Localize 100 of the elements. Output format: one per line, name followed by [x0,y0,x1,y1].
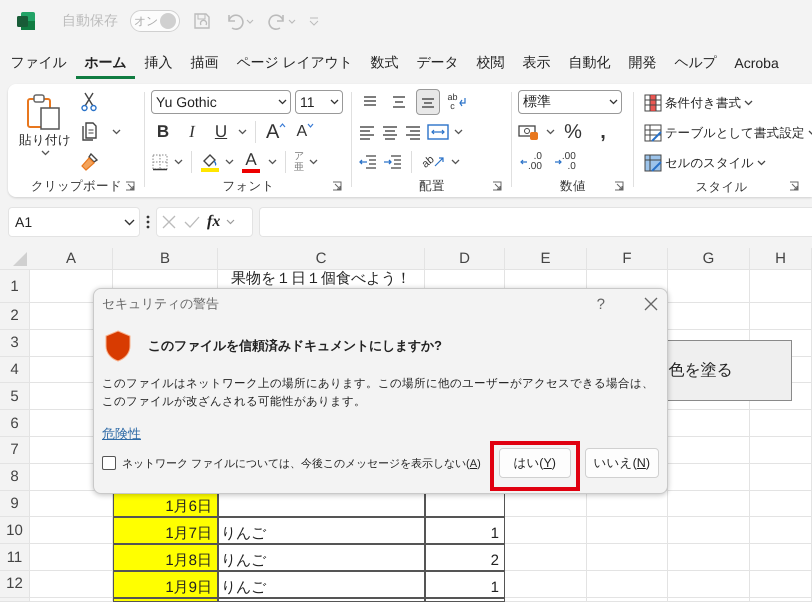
format-as-table-button[interactable]: テーブルとして書式設定 [640,119,812,147]
dialog-launcher-icon[interactable] [614,181,624,191]
font-color-button[interactable]: A [239,149,263,175]
increase-decimal-button[interactable]: .0 .00 [518,149,544,175]
caret-icon[interactable] [225,159,234,165]
menu-tab[interactable]: Acroba [726,48,788,78]
caret-icon[interactable] [268,159,277,165]
column-header[interactable]: A [30,248,113,270]
up-caret-icon [279,123,286,128]
dialog-launcher-icon[interactable] [332,181,342,191]
wrap-text-button[interactable]: abc [445,89,469,115]
conditional-formatting-button[interactable]: 条件付き書式 [640,89,812,117]
menu-tab[interactable]: 校閲 [468,48,513,78]
column-header[interactable]: F [587,248,668,270]
close-icon[interactable] [643,296,659,312]
row-header[interactable]: 4 [0,356,30,384]
scissors-icon[interactable] [80,92,98,112]
italic-button[interactable]: I [180,119,204,145]
row-header[interactable]: 9 [0,490,30,518]
column-header[interactable]: G [668,248,750,270]
empty-cell [750,544,812,571]
no-button[interactable]: いいえ(N) [584,448,659,478]
row-header[interactable]: 7 [0,436,30,464]
decrease-decimal-button[interactable]: .00 .0 [552,149,578,175]
caret-icon[interactable] [454,129,463,135]
column-header[interactable]: D [425,248,505,270]
help-button[interactable]: ? [596,296,605,312]
bottom-align-button[interactable] [416,89,440,115]
font-name-dropdown[interactable]: Yu Gothic [151,90,291,114]
column-header[interactable]: C [218,248,425,270]
align-left-icon[interactable] [358,124,376,140]
menu-tab[interactable]: 描画 [182,48,227,78]
caret-icon [278,99,287,105]
check-icon[interactable] [183,214,201,230]
row-header[interactable]: 3 [0,330,30,357]
menu-tab[interactable]: ヘルプ [666,48,725,78]
caret-icon[interactable] [309,159,318,165]
phonetic-button[interactable]: ア亜 [294,151,304,173]
cell-styles-button[interactable]: セルのスタイル [640,149,812,177]
dialog-launcher-icon[interactable] [125,181,135,191]
row-header[interactable]: 11 [0,544,30,571]
column-header[interactable]: H [750,248,812,270]
row-header[interactable]: 2 [0,303,30,330]
table-cell: 1月7日 [113,517,218,544]
dialog-launcher-icon[interactable] [492,181,502,191]
merge-center-icon[interactable] [427,123,449,141]
increase-indent-icon[interactable] [383,154,403,170]
caret-icon[interactable] [112,129,121,135]
row-header[interactable]: 1 [0,270,30,303]
caret-icon[interactable] [451,159,460,165]
accounting-format-icon[interactable] [518,123,540,141]
underline-button[interactable]: U [209,119,233,145]
caret-icon[interactable] [238,129,247,135]
menu-tab[interactable]: 数式 [362,48,407,78]
paste-button[interactable]: 貼り付け [14,89,76,175]
name-box[interactable]: A1 [8,207,140,237]
menu-tab[interactable]: ページ レイアウト [228,48,361,78]
number-format-dropdown[interactable]: 標準 [518,90,622,114]
fill-color-icon[interactable] [200,152,220,172]
caret-icon [744,100,754,106]
borders-icon[interactable] [151,153,169,171]
menu-tab[interactable]: データ [408,48,467,78]
more-options-icon[interactable] [146,215,150,229]
checkbox-label: ネットワーク ファイルについては、今後このメッセージを表示しない(A) [122,456,482,470]
menu-tab[interactable]: 表示 [514,48,559,78]
formula-input[interactable] [259,207,812,237]
empty-cell [750,570,812,598]
copy-icon[interactable] [80,122,98,142]
diagonal-arrow-icon [434,157,444,167]
yes-button[interactable]: はい(Y) [498,448,571,478]
align-right-icon[interactable] [404,124,422,140]
align-center-icon[interactable] [381,124,399,140]
row-header[interactable]: 8 [0,464,30,491]
risk-link[interactable]: 危険性 [102,425,141,443]
decrease-indent-icon[interactable] [358,154,378,170]
menu-tab[interactable]: 開発 [620,48,665,78]
caret-icon[interactable] [546,129,555,135]
row-header[interactable]: 5 [0,383,30,410]
percent-style-button[interactable]: % [561,119,585,145]
paintbrush-icon[interactable] [80,152,100,172]
row-header[interactable]: 6 [0,410,30,437]
caret-icon[interactable] [174,159,183,165]
right-arrow-icon [554,158,562,166]
comma-style-button[interactable]: , [591,119,615,145]
dialog-launcher-icon[interactable] [789,181,799,191]
menu-tab[interactable]: 自動化 [560,48,619,78]
menu-tab[interactable]: ファイル [2,48,75,78]
grow-font-button[interactable]: A [264,119,288,145]
font-size-dropdown[interactable]: 11 [295,90,343,114]
column-header[interactable]: B [113,248,218,270]
insert-function-button[interactable]: fx [207,213,220,231]
bold-button[interactable]: B [151,119,175,145]
row-header[interactable]: 12 [0,570,30,598]
row-header[interactable]: 10 [0,517,30,544]
menu-tab[interactable]: ホーム [76,48,135,78]
menu-tab[interactable]: 挿入 [136,48,181,78]
column-header[interactable]: E [505,248,587,270]
orientation-button[interactable]: ab [420,149,446,175]
shrink-font-button[interactable]: A [293,119,318,145]
checkbox[interactable] [102,456,116,470]
